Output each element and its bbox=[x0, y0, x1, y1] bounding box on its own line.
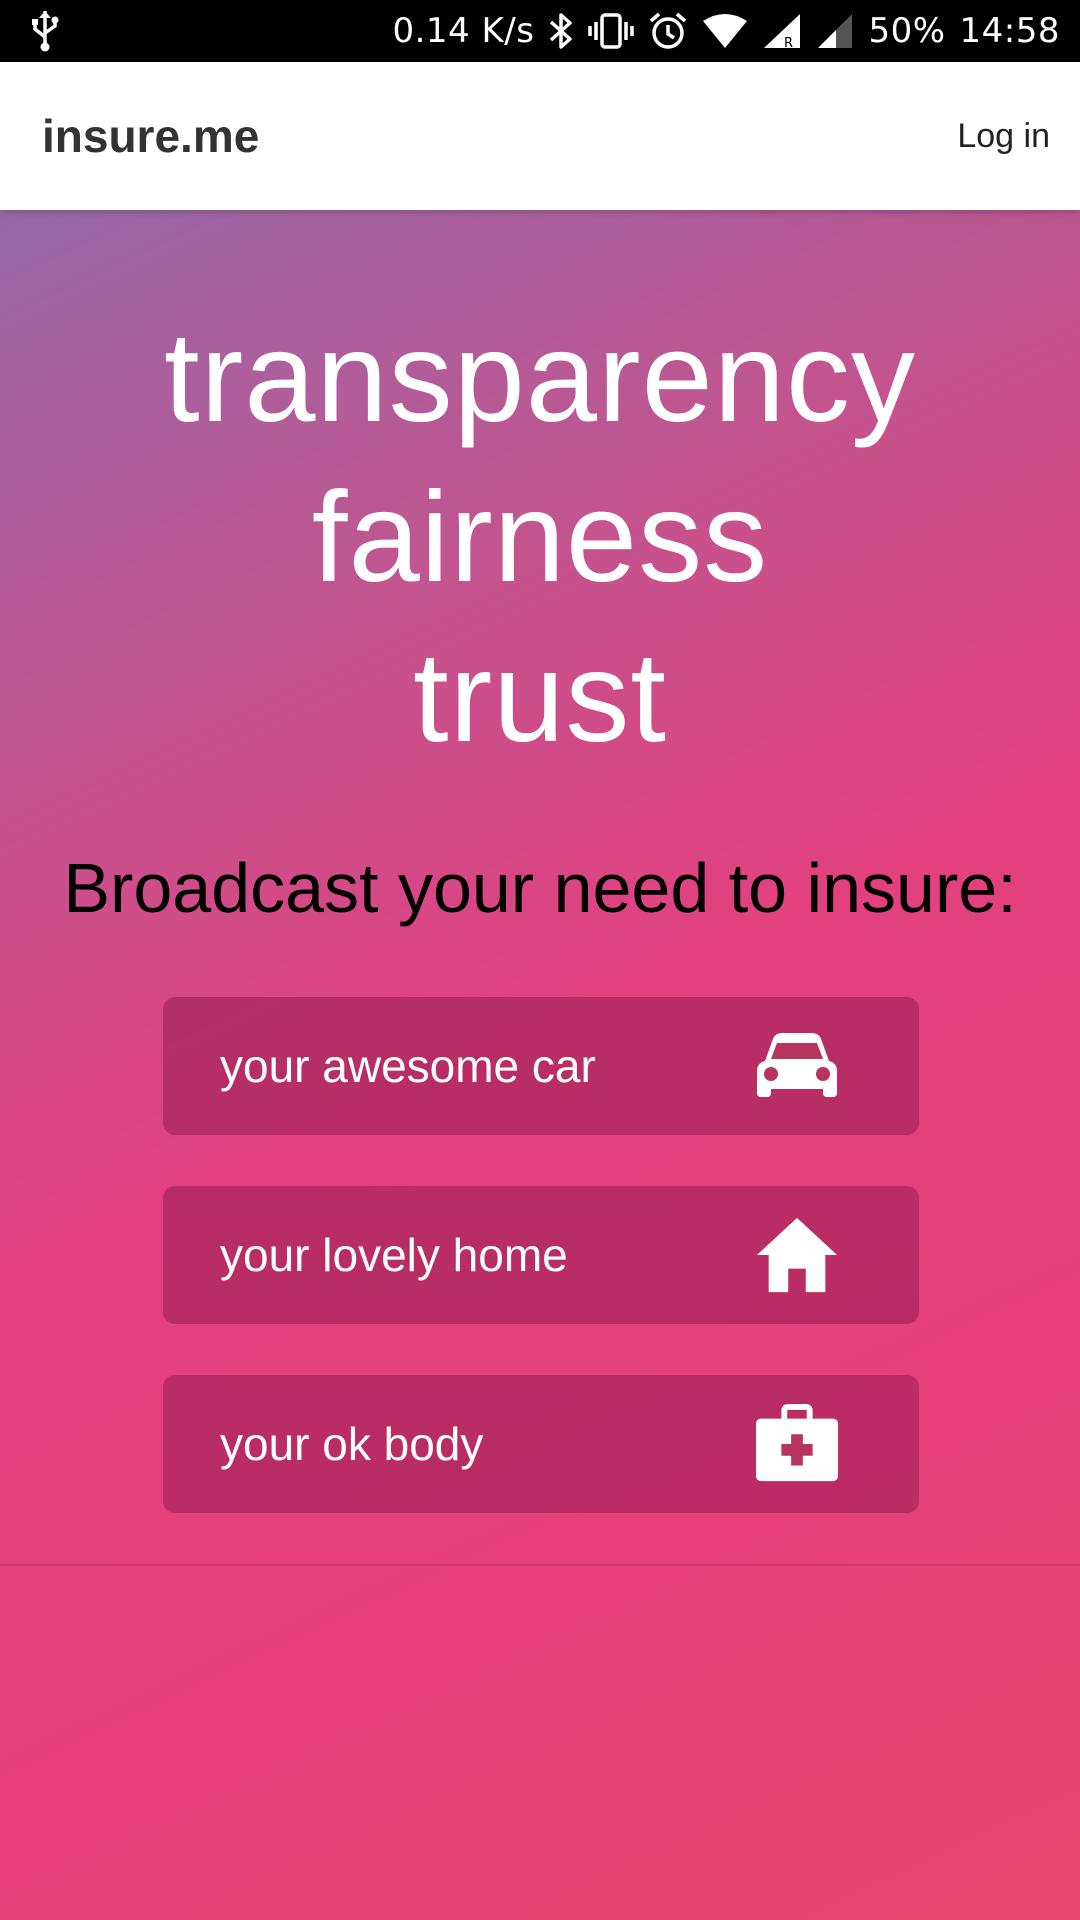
signal-r-icon: R bbox=[762, 12, 802, 50]
medical-kit-icon bbox=[755, 1402, 839, 1486]
broadcast-heading: Broadcast your need to insure: bbox=[63, 849, 1017, 927]
insure-car-button[interactable]: your awesome car bbox=[163, 997, 919, 1135]
login-link[interactable]: Log in bbox=[957, 117, 1050, 156]
option-label: your ok body bbox=[220, 1418, 484, 1470]
option-label: your lovely home bbox=[220, 1229, 568, 1281]
car-icon bbox=[755, 1024, 839, 1108]
home-icon bbox=[755, 1213, 839, 1297]
vibrate-icon bbox=[588, 12, 635, 50]
wifi-icon bbox=[702, 13, 748, 49]
insure-home-button[interactable]: your lovely home bbox=[163, 1186, 919, 1324]
usb-icon bbox=[30, 9, 60, 53]
tagline-trust: trust bbox=[413, 626, 667, 769]
clock: 14:58 bbox=[959, 11, 1060, 51]
bluetooth-icon bbox=[548, 11, 574, 51]
insurance-options: your awesome car your lovely home your o… bbox=[163, 997, 919, 1564]
values-tagline: transparency fairness trust bbox=[0, 298, 1080, 778]
alarm-icon bbox=[648, 11, 688, 51]
brand-logo[interactable]: insure.me bbox=[42, 109, 259, 163]
status-bar: 0.14 K/s R 50% 14:58 bbox=[0, 0, 1080, 62]
option-label: your awesome car bbox=[220, 1040, 596, 1092]
network-speed: 0.14 K/s bbox=[392, 11, 535, 51]
insure-body-button[interactable]: your ok body bbox=[163, 1375, 919, 1513]
app-header: insure.me Log in bbox=[0, 62, 1080, 210]
battery-percent: 50% bbox=[868, 11, 946, 51]
hero-section: transparency fairness trust Broadcast yo… bbox=[0, 210, 1080, 1920]
tagline-fairness: fairness bbox=[311, 466, 769, 609]
tagline-transparency: transparency bbox=[164, 306, 916, 449]
svg-text:R: R bbox=[784, 36, 793, 50]
signal-icon bbox=[816, 12, 854, 50]
section-divider bbox=[0, 1564, 1080, 1566]
